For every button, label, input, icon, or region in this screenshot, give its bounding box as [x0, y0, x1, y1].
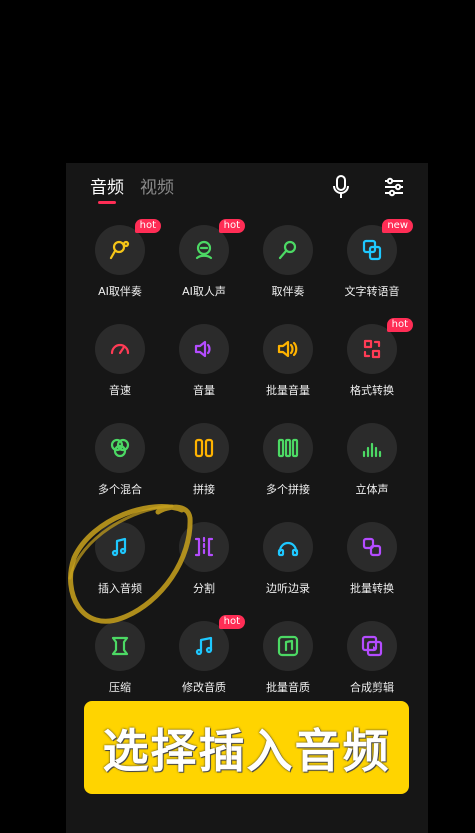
tool-icon-circle: new: [347, 219, 413, 275]
badge-hot: hot: [218, 615, 245, 629]
tool-label: 音量: [193, 384, 215, 397]
tool-item[interactable]: 音速: [75, 324, 165, 398]
tool-item[interactable]: 拼接: [159, 423, 249, 497]
tool-label: 音速: [109, 384, 131, 397]
tool-label: 格式转换: [350, 384, 394, 397]
badge-hot: hot: [134, 219, 161, 233]
tool-icon-circle: [347, 621, 397, 671]
tool-item[interactable]: 多个混合: [75, 423, 165, 497]
tool-item[interactable]: 批量音质: [243, 621, 333, 695]
mix-icon: [108, 436, 132, 460]
stereo-icon: [360, 436, 384, 460]
tool-item[interactable]: 边听边录: [243, 522, 333, 596]
tool-icon-circle: [347, 423, 397, 473]
tool-label: 批量音质: [266, 681, 310, 694]
tool-label: 拼接: [193, 483, 215, 496]
tool-label: 立体声: [355, 483, 389, 496]
tool-icon-circle: [263, 423, 313, 473]
tool-icon-circle: [179, 423, 229, 473]
ai-accompaniment-icon: [108, 238, 132, 262]
tool-label: AI取人声: [182, 285, 226, 298]
tool-label: AI取伴奏: [98, 285, 142, 298]
caption-text: 选择插入音频: [102, 723, 391, 778]
badge-new: new: [382, 219, 413, 233]
batch-volume-icon: [276, 337, 300, 361]
badge-hot: hot: [218, 219, 245, 233]
tool-icon-circle: [95, 324, 145, 374]
tool-icon-circle: [95, 423, 145, 473]
tab-video[interactable]: 视频: [140, 173, 174, 198]
tool-item[interactable]: hot 格式转换: [327, 318, 417, 398]
tool-icon-circle: [263, 225, 313, 275]
tool-icon-circle: [263, 621, 313, 671]
tab-bar: 音频 视频: [90, 173, 174, 204]
tool-icon-circle: [347, 522, 397, 572]
tool-label: 多个拼接: [266, 483, 310, 496]
tool-label: 多个混合: [98, 483, 142, 496]
tool-item[interactable]: 多个拼接: [243, 423, 333, 497]
tool-label: 文字转语音: [344, 285, 400, 298]
ai-vocal-icon: [192, 238, 216, 262]
tool-icon-circle: hot: [347, 318, 413, 374]
tool-item[interactable]: 音量: [159, 324, 249, 398]
tool-icon-circle: [263, 324, 313, 374]
batch-convert-icon: [360, 535, 384, 559]
multi-join-icon: [276, 436, 300, 460]
tool-item[interactable]: 合成剪辑: [327, 621, 417, 695]
text-to-speech-icon: [360, 238, 384, 262]
volume-icon: [192, 337, 216, 361]
tab-audio[interactable]: 音频: [90, 173, 124, 204]
sliders-icon[interactable]: [384, 177, 404, 201]
tool-label: 取伴奏: [271, 285, 305, 298]
microphone-icon[interactable]: [332, 175, 350, 203]
tool-item[interactable]: 立体声: [327, 423, 417, 497]
tool-label: 压缩: [109, 681, 131, 694]
join-icon: [192, 436, 216, 460]
tool-label: 批量转换: [350, 582, 394, 595]
tool-label: 修改音质: [182, 681, 226, 694]
tool-icon-circle: hot: [179, 219, 245, 275]
tool-item[interactable]: 批量音量: [243, 324, 333, 398]
badge-hot: hot: [386, 318, 413, 332]
tool-item[interactable]: new 文字转语音: [327, 219, 417, 299]
accompaniment-icon: [276, 238, 300, 262]
tool-item[interactable]: 取伴奏: [243, 225, 333, 299]
tool-label: 边听边录: [266, 582, 310, 595]
tool-item[interactable]: hot AI取人声: [159, 219, 249, 299]
tool-label: 批量音量: [266, 384, 310, 397]
compose-edit-icon: [360, 634, 384, 658]
tool-icon-circle: [263, 522, 313, 572]
tool-icon-circle: hot: [95, 219, 161, 275]
speedometer-icon: [108, 337, 132, 361]
tool-item[interactable]: hot AI取伴奏: [75, 219, 165, 299]
hand-drawn-circle-annotation: [68, 504, 193, 624]
record-listen-icon: [276, 535, 300, 559]
tool-icon-circle: [179, 324, 229, 374]
format-convert-icon: [360, 337, 384, 361]
caption-banner: 选择插入音频: [84, 701, 409, 794]
tool-item[interactable]: 批量转换: [327, 522, 417, 596]
tool-label: 合成剪辑: [350, 681, 394, 694]
batch-quality-icon: [276, 634, 300, 658]
